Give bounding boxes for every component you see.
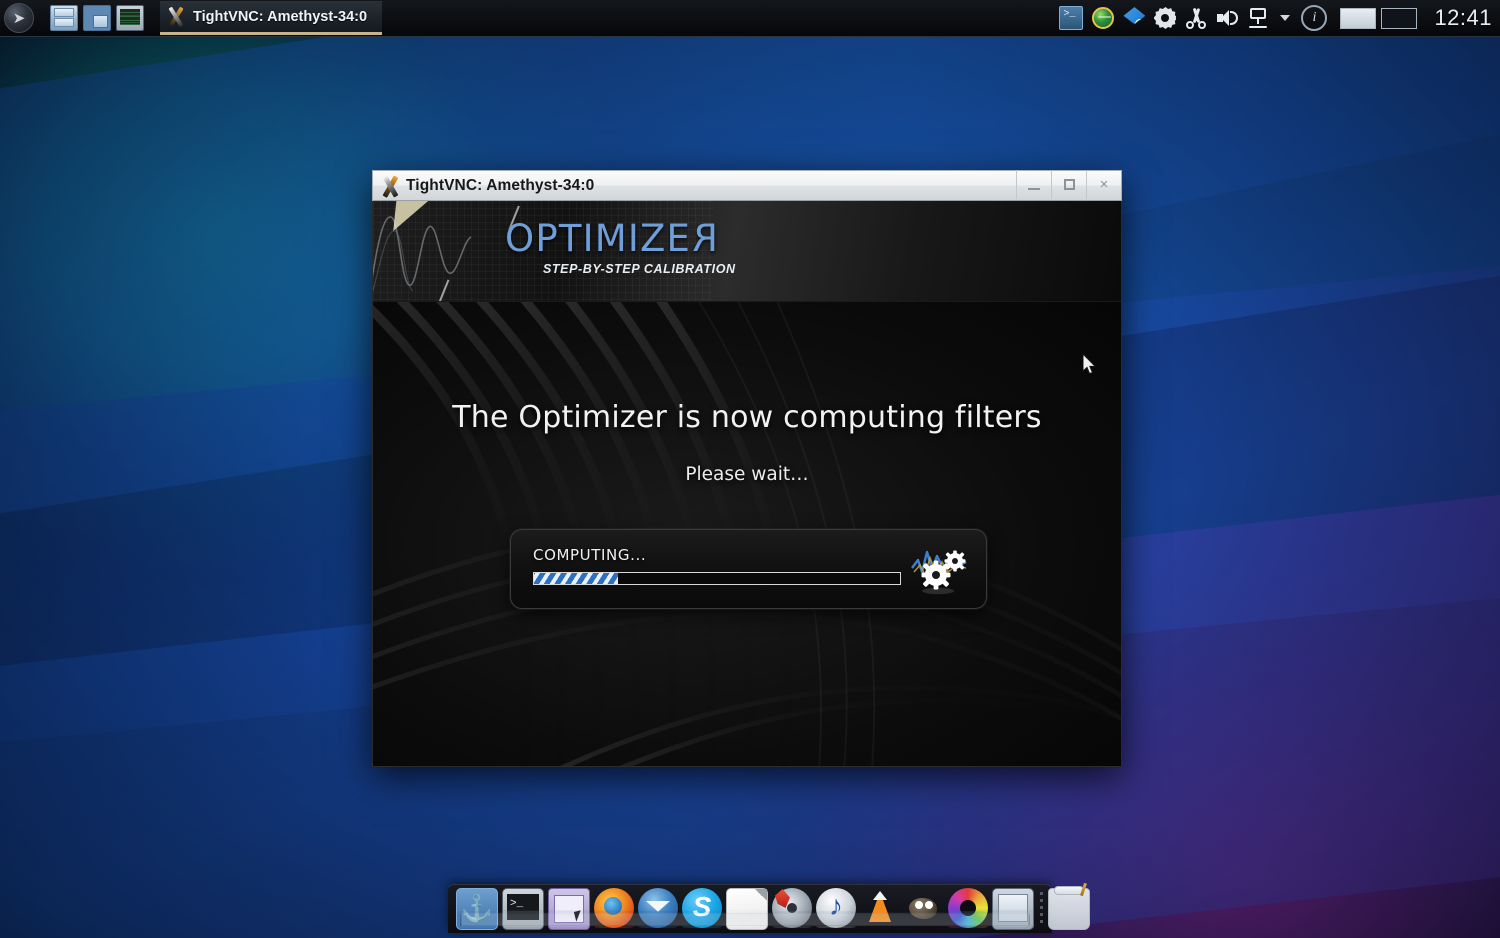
chevron-down-icon[interactable] <box>1278 7 1292 29</box>
workspace-2[interactable] <box>1381 7 1418 29</box>
dock-reflection <box>456 910 1034 928</box>
network-icon[interactable] <box>1247 7 1269 29</box>
application-dock: >_ <box>448 878 1090 938</box>
gear-settings-icon[interactable] <box>1154 7 1177 29</box>
workspace-switcher <box>1340 7 1418 29</box>
logo-reversed-r: R <box>691 217 719 260</box>
tightvnc-window: TightVNC: Amethyst-34:0 × OPTIMIZE R STE… <box>372 170 1122 767</box>
system-tray: i 12:41 <box>1059 0 1500 36</box>
volume-icon[interactable] <box>1216 7 1239 29</box>
window-controls: × <box>1016 170 1121 201</box>
xorg-x-icon <box>379 175 401 197</box>
window-title: TightVNC: Amethyst-34:0 <box>406 176 595 194</box>
file-cabinet-icon[interactable] <box>50 5 78 31</box>
taskbar-launchers <box>50 5 144 31</box>
window-body: OPTIMIZE R STEP-BY-STEP CALIBRATION The … <box>372 201 1122 767</box>
close-button[interactable]: × <box>1086 170 1121 199</box>
start-arrow-icon: ➤ <box>4 3 34 33</box>
info-icon[interactable]: i <box>1301 5 1328 31</box>
antivirus-globe-icon[interactable] <box>1092 7 1115 29</box>
dock-separator <box>1038 888 1044 928</box>
dock-item-trash[interactable] <box>1048 882 1090 930</box>
scissors-icon[interactable] <box>1185 7 1207 29</box>
app-banner: OPTIMIZE R STEP-BY-STEP CALIBRATION <box>373 201 1121 302</box>
optimizer-tagline: STEP-BY-STEP CALIBRATION <box>543 262 736 276</box>
progress-panel: COMPUTING... <box>510 529 987 609</box>
stage-subline: Please wait… <box>685 464 809 485</box>
start-menu-button[interactable]: ➤ <box>2 1 36 35</box>
maximize-button[interactable] <box>1051 170 1086 199</box>
workspace-1[interactable] <box>1340 7 1377 29</box>
progress-bar-fill <box>534 573 619 584</box>
progress-bar <box>533 572 901 585</box>
minimize-button[interactable] <box>1016 170 1051 199</box>
taskbar-window-title: TightVNC: Amethyst-34:0 <box>193 8 368 25</box>
stage-headline: The Optimizer is now computing filters <box>452 400 1042 435</box>
gears-waveform-icon <box>911 550 967 595</box>
optimizer-logo: OPTIMIZE R STEP-BY-STEP CALIBRATION <box>505 217 736 276</box>
screen: ➤ TightVNC: Amethyst-34:0 >_ i 12:41 Tig… <box>0 0 1500 938</box>
terminal-tray-icon[interactable] <box>1059 6 1084 30</box>
xorg-x-icon <box>166 7 186 27</box>
optimizer-logo-text: OPTIMIZE R <box>505 217 736 260</box>
progress-label: COMPUTING... <box>533 546 647 564</box>
show-desktop-icon[interactable] <box>83 5 111 31</box>
app-stage: The Optimizer is now computing filters P… <box>373 302 1121 766</box>
dropbox-icon[interactable] <box>1123 7 1146 25</box>
window-titlebar[interactable]: TightVNC: Amethyst-34:0 × <box>372 170 1122 201</box>
clock: 12:41 <box>1434 5 1492 30</box>
top-taskbar: ➤ TightVNC: Amethyst-34:0 >_ i 12:41 <box>0 0 1500 37</box>
logo-prefix: OPTIMIZE <box>505 217 692 260</box>
terminal-monitor-icon[interactable] <box>116 5 144 31</box>
taskbar-window-button[interactable]: TightVNC: Amethyst-34:0 <box>160 1 382 35</box>
